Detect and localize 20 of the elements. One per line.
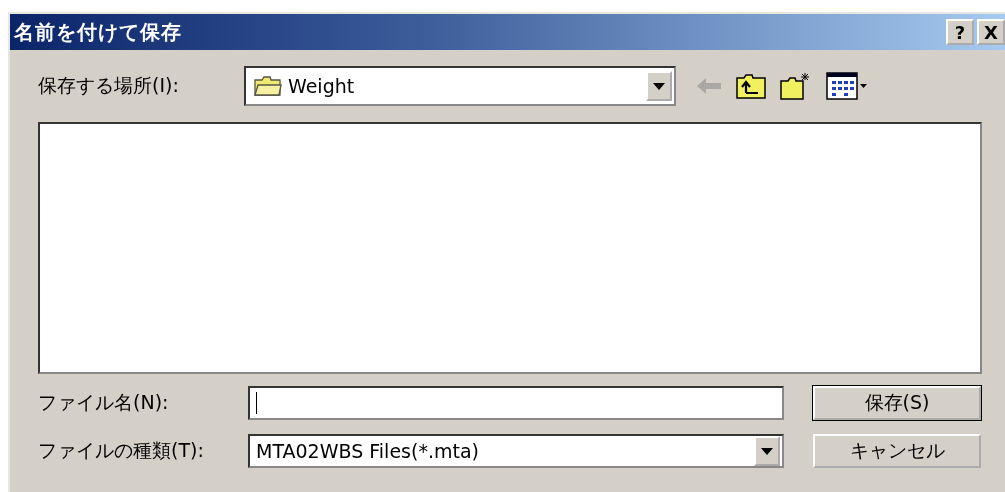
dropdown-button[interactable] [754,436,780,466]
help-button[interactable]: ? [946,19,974,45]
window-title: 名前を付けて保存 [14,18,182,46]
new-folder-icon[interactable] [780,72,812,100]
dropdown-button[interactable] [646,71,672,101]
folder-up-icon[interactable] [736,73,766,99]
close-button[interactable]: X [977,19,1005,45]
folder-icon [254,76,282,96]
file-type-label: ファイルの種類(T): [38,438,205,463]
file-list[interactable] [38,122,982,374]
caret-icon [761,447,773,455]
location-label: 保存する場所(I): [38,73,180,98]
file-name-label: ファイル名(N): [38,390,170,415]
location-dropdown[interactable]: Weight [244,66,676,106]
view-menu-icon[interactable] [826,72,868,100]
file-type-dropdown[interactable]: MTA02WBS Files(*.mta) [248,434,784,468]
caret-icon [653,82,665,90]
save-button[interactable]: 保存(S) [813,386,981,420]
cancel-button[interactable]: キャンセル [813,434,981,468]
file-name-field[interactable] [248,386,784,420]
